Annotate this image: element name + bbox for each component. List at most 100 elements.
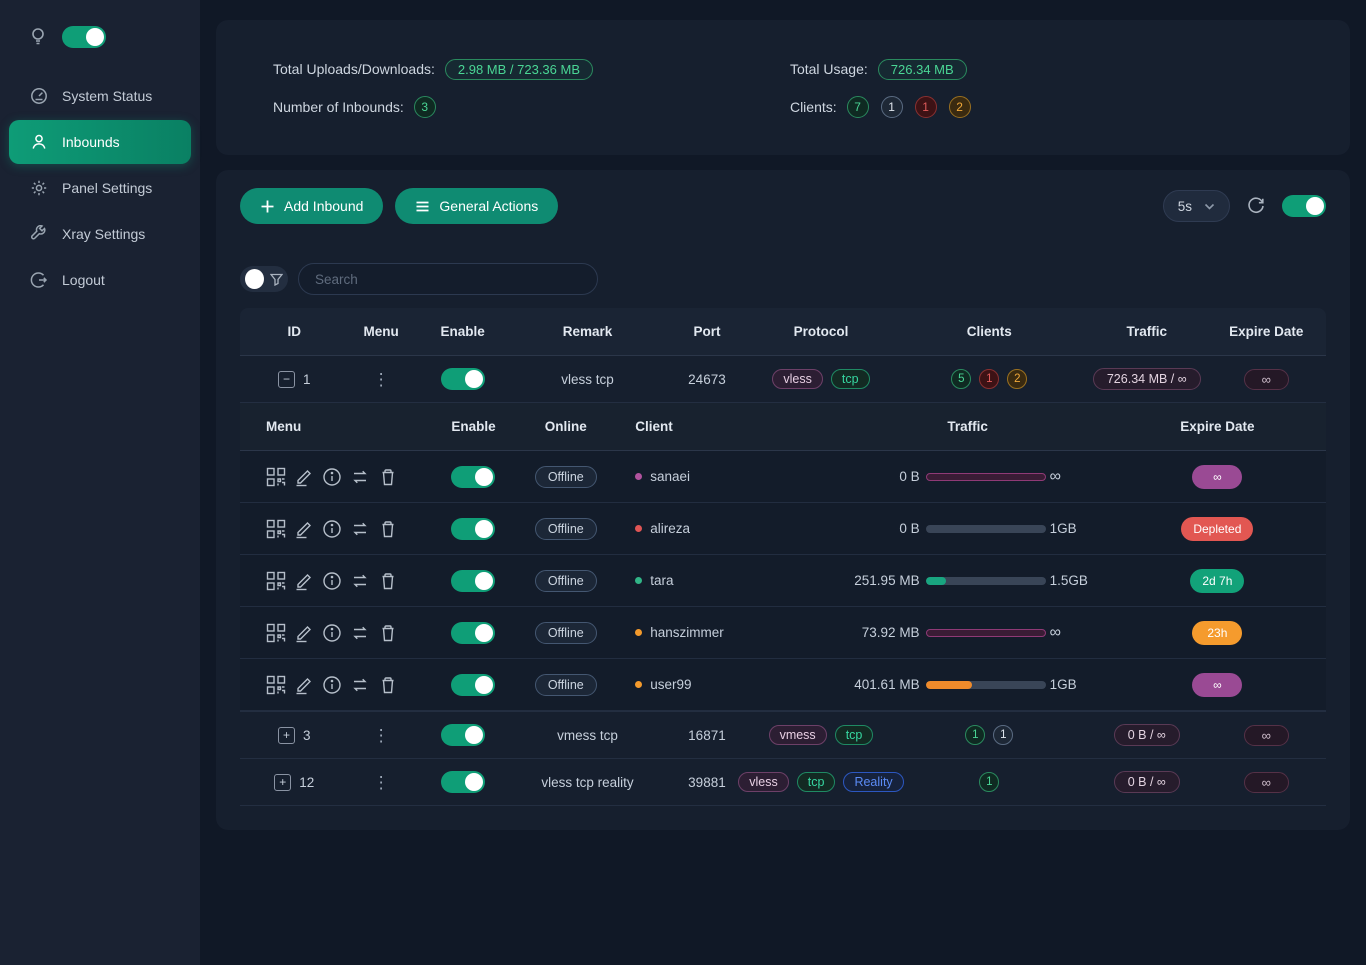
client-enable-toggle[interactable] [451, 518, 495, 540]
reset-traffic-icon[interactable] [350, 623, 370, 643]
qr-code-icon[interactable] [266, 675, 286, 695]
traffic-used: 401.61 MB [846, 677, 920, 692]
inbound-traffic-badge: 0 B / ∞ [1114, 724, 1180, 746]
reset-traffic-icon[interactable] [350, 519, 370, 539]
refresh-icon[interactable] [1246, 196, 1266, 216]
column-header-expire-date: Expire Date [1206, 324, 1325, 339]
reset-traffic-icon[interactable] [350, 467, 370, 487]
client-column-header-expire-date: Expire Date [1109, 419, 1326, 434]
inbound-enable-cell [414, 368, 512, 390]
delete-icon[interactable] [378, 571, 398, 591]
column-header-id: ID [240, 324, 349, 339]
online-status-badge: Offline [535, 570, 597, 592]
collapse-row-button[interactable]: − [278, 371, 295, 388]
client-menu-cell [240, 675, 425, 695]
add-inbound-button[interactable]: Add Inbound [240, 188, 383, 224]
more-menu-icon[interactable]: ⋮ [373, 371, 390, 388]
qr-code-icon[interactable] [266, 519, 286, 539]
general-actions-button[interactable]: General Actions [395, 188, 558, 224]
info-icon[interactable] [322, 519, 342, 539]
client-row: Offlineuser99401.61 MB1GB∞ [240, 659, 1326, 711]
more-menu-icon[interactable]: ⋮ [373, 727, 390, 744]
info-icon[interactable] [322, 467, 342, 487]
inbound-enable-toggle[interactable] [441, 724, 485, 746]
wrench-icon [30, 225, 48, 243]
client-expire-badge: 2d 7h [1190, 569, 1244, 593]
delete-icon[interactable] [378, 675, 398, 695]
sidebar-item-xray-settings[interactable]: Xray Settings [0, 212, 200, 256]
search-input[interactable] [298, 263, 598, 295]
delete-icon[interactable] [378, 467, 398, 487]
refresh-interval-select[interactable]: 5s [1163, 190, 1230, 222]
client-enable-toggle[interactable] [451, 622, 495, 644]
inbound-traffic-badge: 726.34 MB / ∞ [1093, 368, 1201, 390]
client-enable-toggle[interactable] [451, 466, 495, 488]
info-icon[interactable] [322, 571, 342, 591]
more-menu-icon[interactable]: ⋮ [373, 774, 390, 791]
inbound-expire-cell: ∞ [1206, 369, 1325, 390]
inbound-enable-toggle[interactable] [441, 771, 485, 793]
client-name-cell: sanaei [609, 469, 826, 484]
client-enable-toggle[interactable] [451, 570, 495, 592]
client-name: sanaei [650, 469, 690, 484]
reset-traffic-icon[interactable] [350, 675, 370, 695]
info-icon[interactable] [322, 675, 342, 695]
clients-table-header-row: MenuEnableOnlineClientTrafficExpire Date [240, 403, 1326, 451]
auto-refresh-toggle[interactable] [1282, 195, 1326, 217]
edit-icon[interactable] [294, 623, 314, 643]
protocol-badge-tcp: tcp [835, 725, 874, 745]
client-traffic-cell: 401.61 MB1GB [826, 677, 1108, 692]
client-action-icons [266, 519, 398, 539]
delete-icon[interactable] [378, 623, 398, 643]
info-icon[interactable] [322, 623, 342, 643]
inbound-enable-toggle[interactable] [441, 368, 485, 390]
inbound-enable-cell [414, 724, 512, 746]
column-header-menu: Menu [349, 324, 414, 339]
online-status-badge: Offline [535, 622, 597, 644]
qr-code-icon[interactable] [266, 571, 286, 591]
client-status-dot [635, 473, 642, 480]
client-expire-badge: Depleted [1181, 517, 1253, 541]
edit-icon[interactable] [294, 571, 314, 591]
theme-toggle[interactable] [62, 26, 106, 48]
edit-icon[interactable] [294, 675, 314, 695]
inbounds-table: IDMenuEnableRemarkPortProtocolClientsTra… [240, 308, 1326, 806]
traffic-limit: ∞ [1050, 468, 1090, 486]
inbound-port-cell: 16871 [664, 728, 751, 743]
client-expire-cell: Depleted [1109, 517, 1326, 541]
sidebar-item-system-status[interactable]: System Status [0, 74, 200, 118]
sidebar-item-panel-settings[interactable]: Panel Settings [0, 166, 200, 210]
bulb-icon [30, 27, 46, 47]
client-row: Offlinesanaei0 B∞∞ [240, 451, 1326, 503]
depleted-filter-toggle[interactable] [240, 266, 288, 292]
client-enable-toggle[interactable] [451, 674, 495, 696]
inbound-id: 1 [303, 372, 311, 387]
edit-icon[interactable] [294, 519, 314, 539]
logout-icon [30, 271, 48, 289]
chevron-down-icon [1204, 201, 1215, 212]
qr-code-icon[interactable] [266, 623, 286, 643]
sidebar-item-logout[interactable]: Logout [0, 258, 200, 302]
stats-card: Total Uploads/Downloads: 2.98 MB / 723.3… [216, 20, 1350, 155]
app-root: System Status Inbounds Panel Settings [0, 0, 1366, 965]
traffic-bar [926, 681, 1046, 689]
client-traffic-cell: 0 B∞ [826, 468, 1108, 486]
client-count-badge: 7 [847, 96, 869, 118]
sidebar-item-inbounds[interactable]: Inbounds [9, 120, 191, 164]
inbound-port: 24673 [688, 372, 726, 387]
inbound-menu-cell: ⋮ [349, 727, 414, 744]
expand-row-button[interactable]: + [278, 727, 295, 744]
add-inbound-label: Add Inbound [284, 198, 363, 214]
client-enable-cell [425, 674, 523, 696]
reset-traffic-icon[interactable] [350, 571, 370, 591]
protocol-badge-vmess: vmess [769, 725, 827, 745]
client-count-badge: 2 [1007, 369, 1027, 389]
edit-icon[interactable] [294, 467, 314, 487]
qr-code-icon[interactable] [266, 467, 286, 487]
expand-row-button[interactable]: + [274, 774, 291, 791]
traffic-progress: 251.95 MB1.5GB [846, 573, 1090, 588]
sidebar-item-label: System Status [62, 88, 152, 104]
client-menu-cell [240, 467, 425, 487]
inbound-clients-cell: 11 [892, 725, 1087, 745]
delete-icon[interactable] [378, 519, 398, 539]
